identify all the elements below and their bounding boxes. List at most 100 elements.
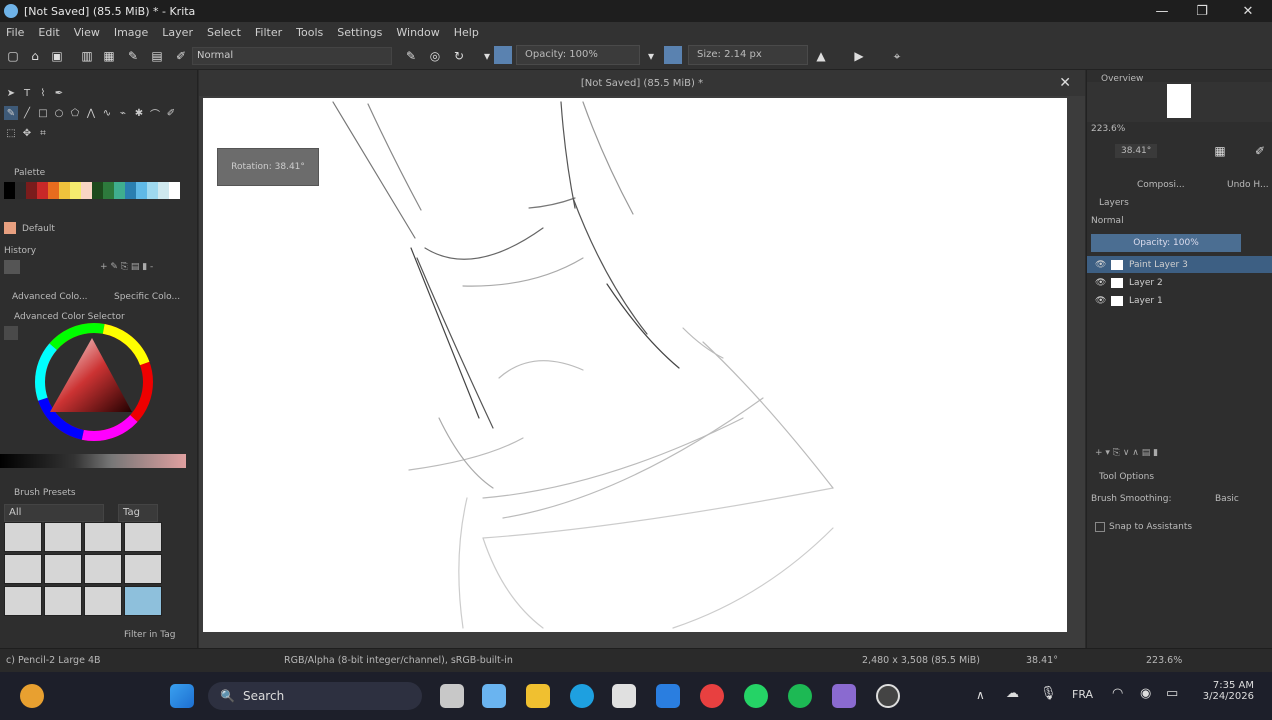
weather-icon[interactable] [20,684,44,708]
chevron-up-icon[interactable]: ∧ [976,688,985,702]
brush-preset-tile[interactable] [44,586,82,616]
bezier-tool-icon[interactable]: ∿ [100,106,114,120]
krita-taskbar-icon[interactable] [832,684,856,708]
chrome-icon[interactable] [700,684,724,708]
overview-thumbnail-area[interactable] [1087,82,1272,122]
palette-swatch[interactable] [26,182,37,199]
menu-layer[interactable]: Layer [162,26,193,39]
layer-actions-icon[interactable]: + ▾ ⎘ ∨ ∧ ▤ ▮ [1095,446,1158,460]
brush-editor-icon[interactable]: ✎ [124,47,142,65]
obs-icon[interactable] [876,684,900,708]
brush-preset-tile[interactable] [84,554,122,584]
palette-swatch[interactable] [70,182,81,199]
eye-icon[interactable]: 👁 [1095,296,1106,306]
battery-icon[interactable]: ▭ [1166,686,1178,701]
palette-swatch[interactable] [103,182,114,199]
crop-tool-icon[interactable]: ⌗ [36,126,50,140]
color-settings-icon[interactable] [4,326,18,340]
text-tool-icon[interactable]: T [20,86,34,100]
palette-swatch[interactable] [114,182,125,199]
layer-blend-mode[interactable]: Normal [1091,214,1124,228]
menu-settings[interactable]: Settings [337,26,382,39]
maximize-button[interactable]: ❐ [1180,0,1224,22]
palette-swatch[interactable] [4,182,15,199]
dynamic-brush-tool-icon[interactable]: ⌁ [116,106,130,120]
color-swatch[interactable] [494,46,512,64]
task-view-icon[interactable] [440,684,464,708]
menu-tools[interactable]: Tools [296,26,323,39]
polyline-tool-icon[interactable]: ⋀ [84,106,98,120]
new-document-icon[interactable]: ▢ [4,47,22,65]
gradient-icon[interactable]: ▥ [78,47,96,65]
menu-image[interactable]: Image [114,26,148,39]
wifi-icon[interactable]: ◠ [1112,686,1123,701]
minimize-button[interactable]: — [1140,0,1184,22]
pen-icon[interactable]: ✐ [1251,142,1269,160]
filter-in-tag-checkbox[interactable]: Filter in Tag [124,628,175,642]
open-document-icon[interactable]: ⌂ [26,47,44,65]
palette-swatch[interactable] [136,182,147,199]
palette-swatch[interactable] [48,182,59,199]
history-tab[interactable]: History [4,244,36,258]
layer-row[interactable]: 👁 Layer 2 [1087,274,1272,291]
palette-swatch[interactable] [59,182,70,199]
palette-name[interactable]: Default [22,222,55,236]
menu-filter[interactable]: Filter [255,26,282,39]
palette-swatch[interactable] [125,182,136,199]
brush-preset-tile[interactable] [84,586,122,616]
chevron-down-icon[interactable]: ▾ [642,47,660,65]
ellipse-tool-icon[interactable]: ○ [52,106,66,120]
menu-select[interactable]: Select [207,26,241,39]
menu-window[interactable]: Window [396,26,439,39]
volume-icon[interactable]: ◉ [1140,686,1151,701]
brush-preset-tile-selected[interactable] [124,586,162,616]
palette-swatch[interactable] [81,182,92,199]
file-explorer-icon[interactable] [526,684,550,708]
taskbar-search[interactable]: 🔍 Search [208,682,422,710]
edit-shapes-tool-icon[interactable]: ⌇ [36,86,50,100]
rotation-field[interactable]: 38.41° [1115,144,1158,158]
brush-preset-tile[interactable] [44,554,82,584]
mirror-horizontal-icon[interactable]: ▲ [812,47,830,65]
sketch-tool-icon[interactable]: ✐ [164,106,178,120]
history-actions-icon[interactable]: + ✎ ⎘ ▤ ▮ - [100,260,153,274]
rectangle-tool-icon[interactable]: □ [36,106,50,120]
brush-preset-tile[interactable] [4,554,42,584]
eraser-mode-icon[interactable]: ✎ [402,47,420,65]
calligraphy-tool-icon[interactable]: ✒ [52,86,66,100]
freehand-brush-tool-icon[interactable]: ✎ [4,106,18,120]
size-swatch[interactable] [664,46,682,64]
whatsapp-icon[interactable] [744,684,768,708]
layer-row[interactable]: 👁 Paint Layer 3 [1087,256,1272,273]
brush-preset-tile[interactable] [4,522,42,552]
brush-preset-icon[interactable]: ▤ [148,47,166,65]
palette-swatch[interactable] [15,182,26,199]
edge-icon[interactable] [570,684,594,708]
store-icon[interactable] [656,684,680,708]
wrap-around-icon[interactable]: ⌖ [888,47,906,65]
snap-checkbox[interactable] [1095,522,1105,532]
freehand-path-tool-icon[interactable]: ⌒ [148,106,162,121]
brush-preset-tile[interactable] [4,586,42,616]
close-icon[interactable]: ✕ [1059,75,1071,91]
advanced-color-tab[interactable]: Advanced Colo... [12,290,88,304]
palette-swatch[interactable] [169,182,180,199]
eye-icon[interactable]: 👁 [1095,278,1106,288]
taskbar-clock[interactable]: 7:35 AM 3/24/2026 [1200,680,1254,702]
save-icon[interactable]: ▣ [48,47,66,65]
pointer-tool-icon[interactable]: ➤ [4,86,18,100]
spotify-icon[interactable] [788,684,812,708]
menu-file[interactable]: File [6,26,24,39]
polygon-tool-icon[interactable]: ⬠ [68,106,82,120]
menu-help[interactable]: Help [454,26,479,39]
brush-tag-search[interactable]: Tag [118,504,158,522]
brush-smoothing-select[interactable]: Basic [1215,492,1239,506]
history-icon[interactable] [4,260,20,274]
specific-color-tab[interactable]: Specific Colo... [114,290,180,304]
transform-tool-icon[interactable]: ⬚ [4,126,18,140]
edit-brush-icon[interactable]: ✐ [172,47,190,65]
drawing-canvas[interactable]: Rotation: 38.41° [203,98,1067,632]
brush-filter-select[interactable]: All [4,504,104,522]
windows-start-icon[interactable] [170,684,194,708]
mirror-vertical-icon[interactable]: ▶ [850,47,868,65]
